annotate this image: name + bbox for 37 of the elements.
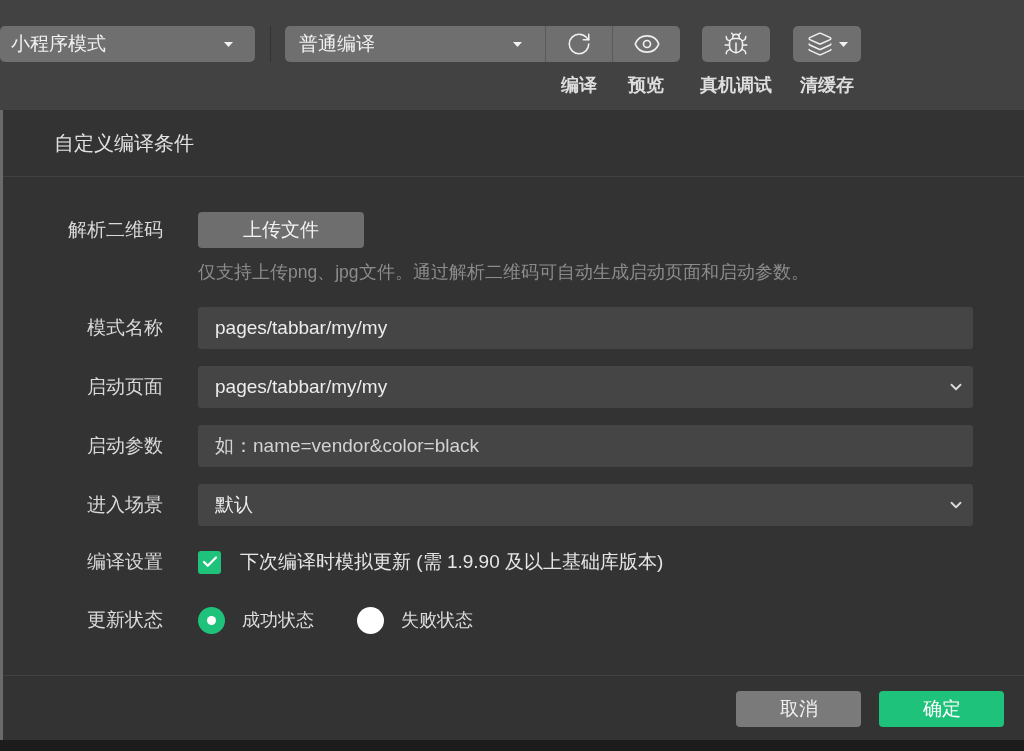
select-field[interactable]: pages/tabbar/my/my	[198, 366, 973, 408]
field-label: 进入场景	[86, 492, 163, 517]
radio-label: 成功状态	[242, 608, 314, 632]
refresh-icon	[566, 31, 592, 57]
debug-button[interactable]	[702, 26, 770, 62]
tool-label: 真机调试	[700, 74, 772, 97]
layers-icon	[806, 31, 833, 57]
caret-icon	[224, 41, 233, 47]
upload-file-button[interactable]: 上传文件	[198, 212, 364, 248]
checkbox-label: 下次编译时模拟更新 (需 1.9.90 及以上基础库版本)	[240, 549, 664, 574]
tool-label: 编译	[560, 74, 597, 97]
text-field[interactable]: 如：name=vendor&color=black	[198, 425, 973, 467]
radio-button[interactable]	[198, 606, 225, 634]
caret-icon	[513, 41, 522, 47]
dialog-title: 自定义编译条件	[54, 131, 194, 156]
clear-cache-button[interactable]	[793, 26, 861, 62]
hint-text: 仅支持上传png、jpg文件。通过解析二维码可自动生成启动页面和启动参数。	[198, 261, 809, 283]
text-field[interactable]: pages/tabbar/my/my	[198, 307, 973, 349]
radio-button[interactable]	[357, 606, 384, 634]
preview-button[interactable]	[612, 26, 680, 62]
mode-dropdown[interactable]: 小程序模式	[0, 26, 255, 62]
cancel-button[interactable]: 取消	[736, 691, 861, 727]
field-label: 更新状态	[86, 607, 163, 632]
radio-label: 失败状态	[401, 608, 473, 632]
field-label: 解析二维码	[67, 217, 163, 242]
compile-button[interactable]	[545, 26, 612, 62]
tool-label: 预览	[628, 74, 664, 97]
bug-icon	[723, 31, 749, 57]
checkbox[interactable]	[198, 550, 221, 574]
tool-label: 清缓存	[800, 74, 854, 97]
field-label: 启动参数	[86, 433, 163, 458]
caret-icon	[838, 41, 848, 47]
select-field[interactable]: 默认	[198, 484, 973, 526]
field-label: 模式名称	[86, 315, 163, 340]
field-label: 编译设置	[86, 549, 163, 574]
compile-mode-dropdown[interactable]: 普通编译	[285, 26, 545, 62]
field-label: 启动页面	[86, 374, 163, 399]
